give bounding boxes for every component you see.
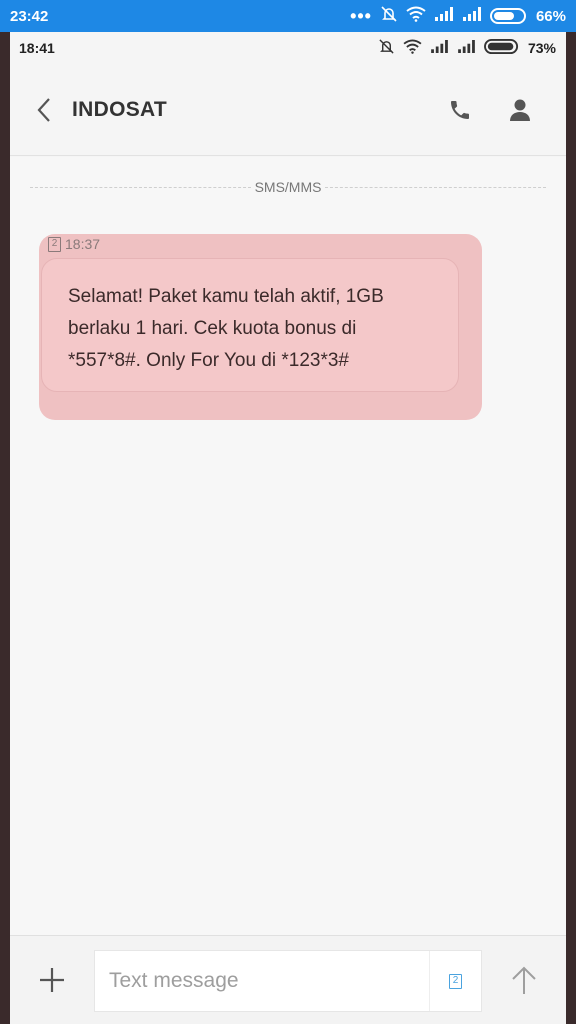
status-icons: ••• 66% (350, 5, 566, 27)
message-item[interactable]: 2 18:37 Selamat! Paket kamu telah aktif,… (39, 234, 482, 420)
message-input[interactable] (95, 951, 429, 1011)
mute-icon (380, 5, 398, 27)
messaging-screen: 18:41 73% INDOSAT SMS/MMS 2 18:37 Selama… (10, 32, 566, 1024)
sim-card-icon: 2 (48, 236, 61, 252)
send-arrow-icon[interactable] (504, 960, 544, 1000)
sim-card-icon: 2 (449, 973, 462, 989)
signal-icon (462, 7, 482, 25)
signal-icon (434, 7, 454, 25)
contact-name: INDOSAT (72, 97, 168, 121)
battery-percent: 73% (527, 40, 556, 56)
message-bubble[interactable]: Selamat! Paket kamu telah aktif, 1GB ber… (41, 258, 459, 392)
conversation-area[interactable]: SMS/MMS 2 18:37 Selamat! Paket kamu tela… (10, 157, 566, 935)
message-composer: 2 (10, 935, 566, 1024)
wifi-icon (406, 6, 426, 26)
message-meta: 2 18:37 (48, 236, 100, 252)
back-chevron-icon[interactable] (30, 96, 58, 124)
contact-icon[interactable] (490, 88, 550, 132)
status-icons: 73% (378, 38, 556, 58)
battery-icon (489, 7, 528, 25)
plus-icon[interactable] (32, 960, 72, 1000)
conversation-header: INDOSAT (10, 64, 566, 156)
battery-icon (484, 38, 520, 58)
text-message-field[interactable]: 2 (94, 950, 482, 1012)
status-time: 23:42 (10, 7, 49, 25)
wifi-icon (403, 39, 422, 57)
status-time: 18:41 (19, 40, 55, 56)
more-dots-icon: ••• (350, 5, 372, 26)
sim-select-button[interactable]: 2 (429, 951, 481, 1011)
protocol-divider: SMS/MMS (30, 179, 547, 195)
message-time: 18:37 (65, 236, 101, 252)
divider-label: SMS/MMS (254, 179, 322, 195)
signal-icon (430, 40, 449, 56)
inner-status-bar: 18:41 73% (10, 32, 566, 64)
phone-icon[interactable] (430, 88, 490, 132)
signal-icon (457, 40, 476, 56)
outer-status-bar: 23:42 ••• 66% (0, 0, 576, 32)
mute-icon (378, 38, 395, 58)
battery-percent: 66% (535, 7, 566, 25)
